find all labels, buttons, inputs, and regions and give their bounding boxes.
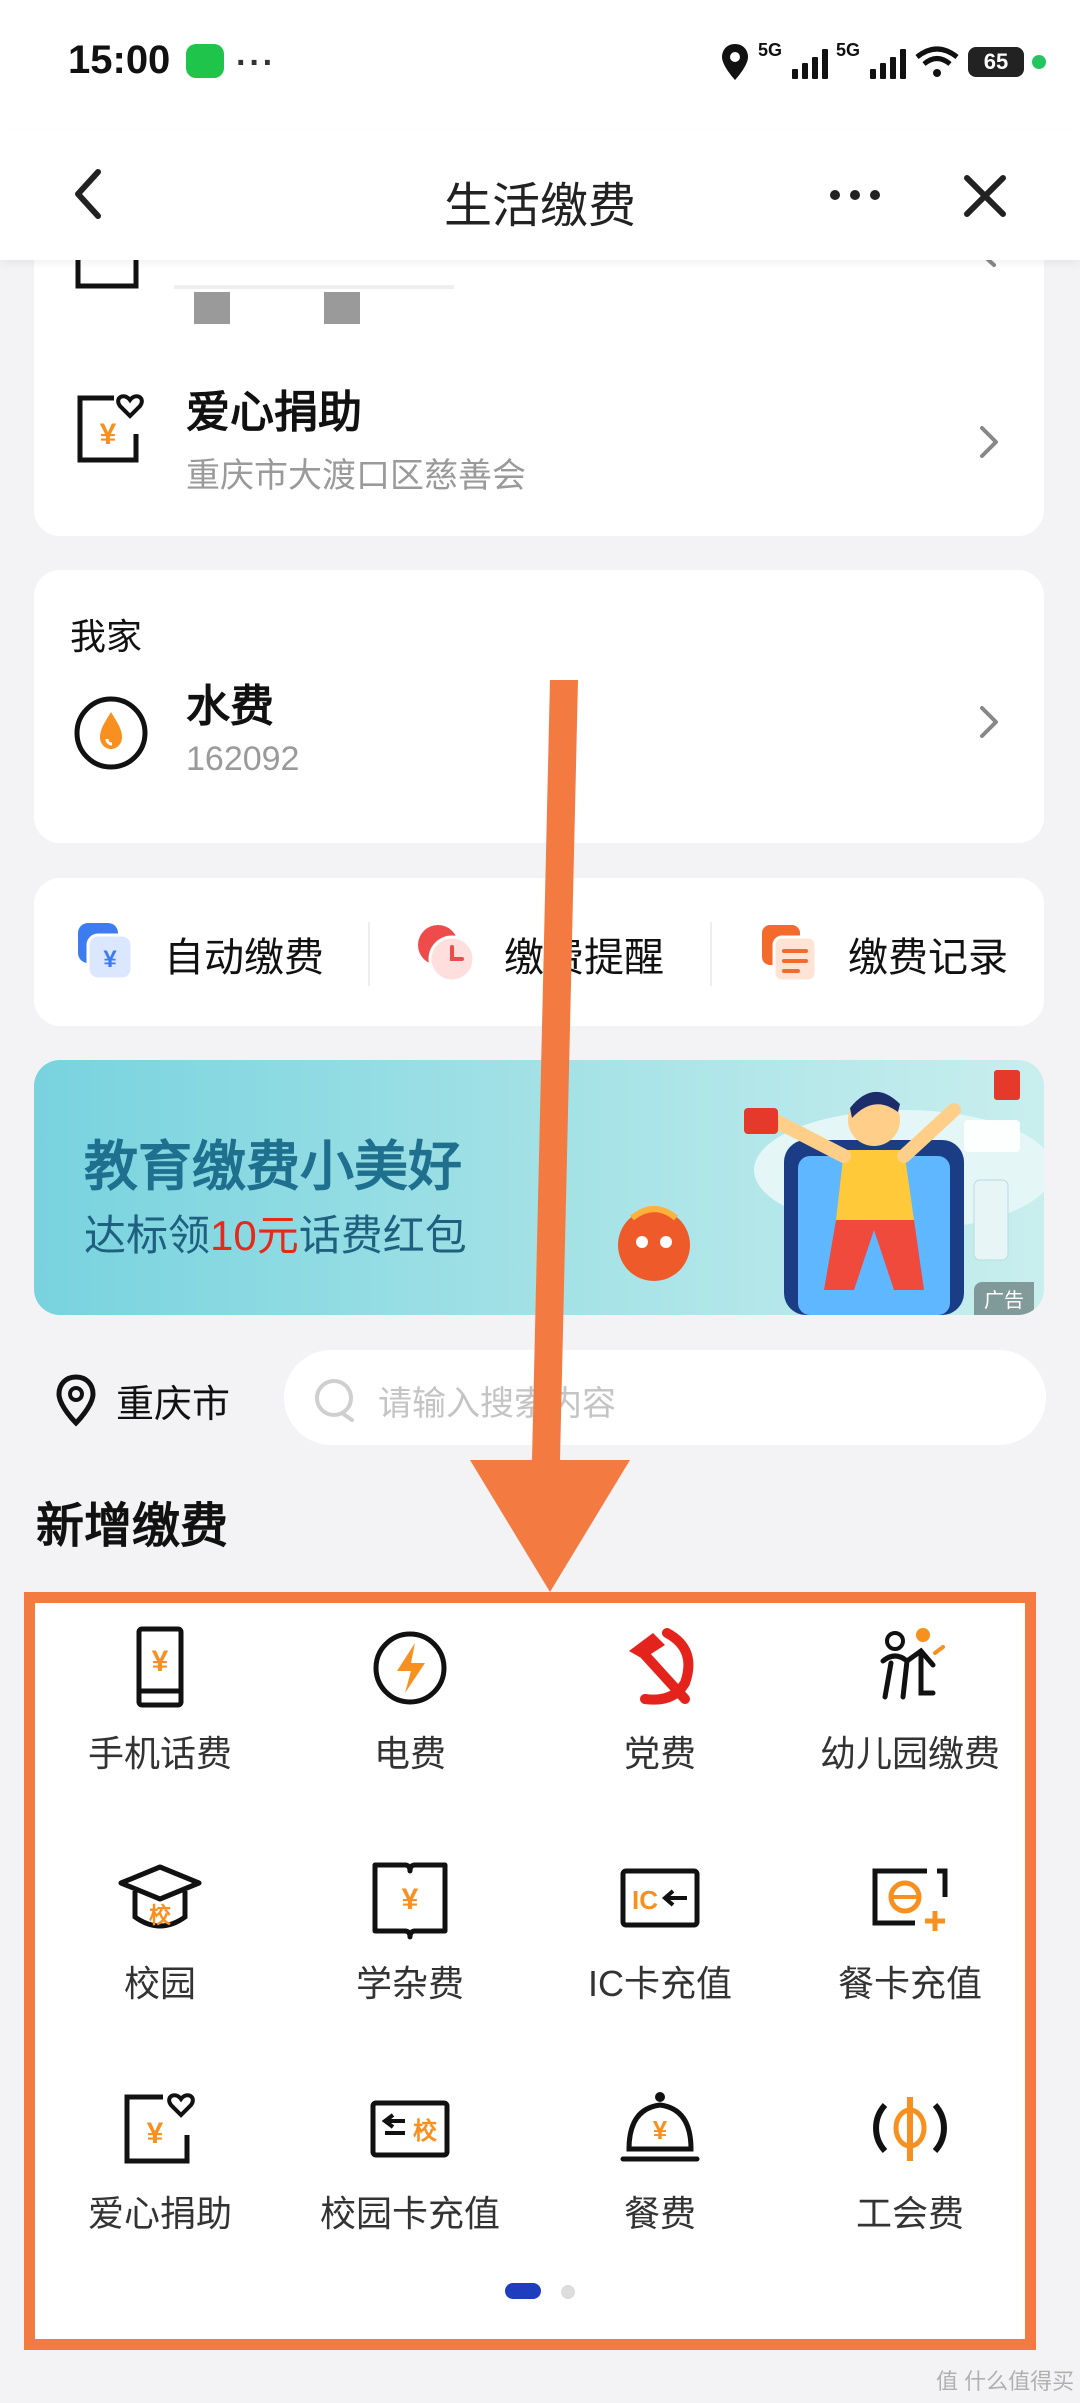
auto-pay-button[interactable]: ¥ 自动缴费 bbox=[74, 922, 374, 986]
city-selector[interactable]: 重庆市 bbox=[54, 1370, 230, 1430]
app-header: 生活缴费 bbox=[0, 130, 1080, 260]
water-bill-title: 水费 bbox=[186, 682, 274, 731]
chevron-right-icon bbox=[980, 426, 998, 458]
pay-records-label: 缴费记录 bbox=[848, 936, 1008, 980]
banner-reward-amount: 10元 bbox=[210, 1212, 299, 1259]
search-icon bbox=[315, 1379, 354, 1422]
donation-title: 爱心捐助 bbox=[186, 388, 362, 437]
network-5g-label-2: 5G bbox=[836, 40, 861, 60]
battery-icon: 65 bbox=[968, 47, 1025, 77]
banner-subline-pre: 达标领 bbox=[84, 1212, 211, 1259]
donation-icon: ¥ bbox=[77, 394, 144, 463]
new-payment-title: 新增缴费 bbox=[36, 1500, 229, 1553]
water-account-number: 162092 bbox=[186, 740, 300, 778]
banner-subline: 达标领10元话费红包 bbox=[84, 1202, 467, 1263]
network-5g-label: 5G bbox=[758, 40, 783, 60]
divider-2 bbox=[710, 922, 712, 986]
more-notifications-icon: ··· bbox=[236, 44, 276, 82]
svg-text:¥: ¥ bbox=[100, 418, 117, 451]
status-time: 15:00 bbox=[68, 38, 171, 82]
banner-headline: 教育缴费小美好 bbox=[84, 1137, 462, 1197]
location-pin-icon bbox=[722, 44, 748, 80]
home-section-title: 我家 bbox=[70, 616, 143, 657]
masked-account-block-2 bbox=[324, 292, 360, 324]
city-label: 重庆市 bbox=[116, 1383, 231, 1426]
ad-tag: 广告 bbox=[974, 1282, 1034, 1315]
close-icon[interactable] bbox=[955, 166, 1015, 226]
more-options-button[interactable] bbox=[830, 180, 890, 210]
wifi-icon bbox=[915, 46, 959, 77]
search-input[interactable]: 请输入搜索内容 bbox=[284, 1350, 1046, 1445]
donation-subtitle: 重庆市大渡口区慈善会 bbox=[186, 457, 526, 495]
page-title: 生活缴费 bbox=[443, 180, 636, 233]
watermark: 值 什么值得买 bbox=[936, 2369, 1075, 2394]
chevron-right-icon bbox=[980, 706, 998, 738]
account-item-icon bbox=[75, 260, 139, 289]
svg-text:¥: ¥ bbox=[103, 946, 117, 973]
status-indicators: 5G 5G 65 bbox=[720, 40, 1047, 84]
signal-2-icon bbox=[870, 45, 907, 79]
banner-subline-post: 话费红包 bbox=[298, 1212, 467, 1259]
privacy-indicator-icon bbox=[1032, 55, 1047, 69]
water-drop-icon bbox=[74, 696, 148, 770]
auto-pay-label: 自动缴费 bbox=[164, 936, 324, 980]
wechat-notification-icon bbox=[186, 44, 224, 78]
auto-pay-icon: ¥ bbox=[78, 923, 134, 981]
pay-records-button[interactable]: 缴费记录 bbox=[758, 922, 1058, 986]
highlight-frame bbox=[24, 1592, 1036, 2350]
status-bar: 15:00 ··· 5G 5G 65 bbox=[0, 0, 1080, 130]
masked-account-block bbox=[194, 292, 230, 324]
donation-row[interactable]: ¥ 爱心捐助 重庆市大渡口区慈善会 bbox=[34, 360, 1044, 530]
records-document-icon bbox=[762, 925, 818, 983]
location-pin-icon bbox=[56, 1374, 96, 1427]
banner-illustration bbox=[618, 1070, 1044, 1315]
masked-account-line bbox=[174, 285, 454, 289]
annotation-arrow-icon bbox=[470, 680, 630, 1592]
signal-1-icon bbox=[792, 45, 829, 79]
divider bbox=[368, 922, 370, 986]
payment-list-card: ¥ 爱心捐助 重庆市大渡口区慈善会 bbox=[34, 230, 1044, 536]
